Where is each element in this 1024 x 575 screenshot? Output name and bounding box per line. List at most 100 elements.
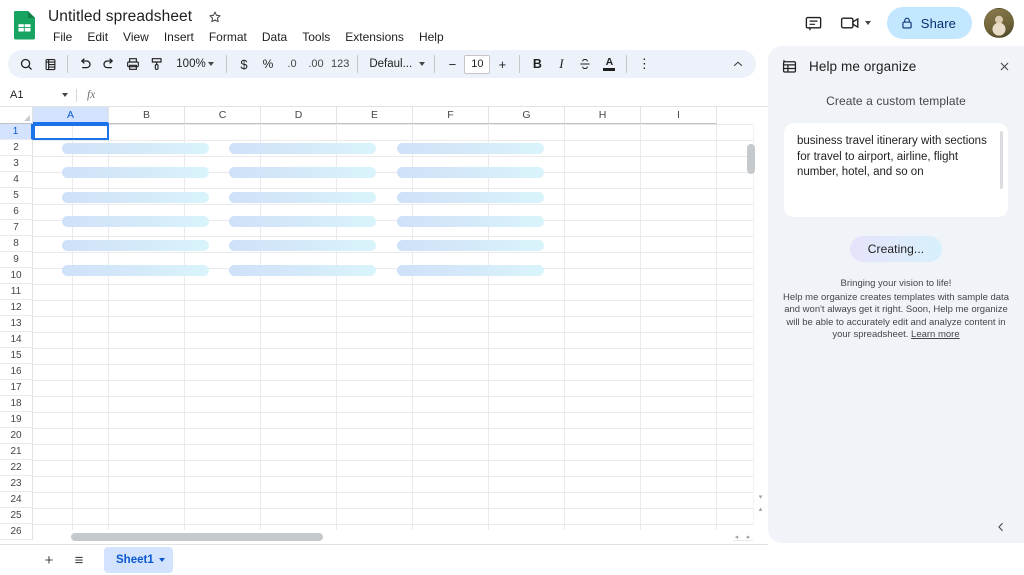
row-header-18[interactable]: 18 <box>0 396 33 412</box>
column-header-a[interactable]: A <box>33 107 109 124</box>
comment-icon[interactable] <box>797 6 831 40</box>
row-header-22[interactable]: 22 <box>0 460 33 476</box>
column-header-e[interactable]: E <box>337 107 413 124</box>
decrease-decimal-button[interactable]: .0 <box>280 52 304 76</box>
redo-icon[interactable] <box>97 52 121 76</box>
search-icon[interactable] <box>14 52 38 76</box>
row-header-4[interactable]: 4 <box>0 172 33 188</box>
row-header-15[interactable]: 15 <box>0 348 33 364</box>
chevron-down-icon[interactable] <box>158 558 165 562</box>
menu-item-data[interactable]: Data <box>255 27 294 47</box>
zoom-selector[interactable]: 100% <box>169 52 221 76</box>
sheets-logo-icon[interactable] <box>12 10 38 40</box>
toolbar-divider <box>226 55 227 73</box>
close-icon[interactable] <box>992 54 1016 78</box>
row-header-1[interactable]: 1 <box>0 124 33 140</box>
font-size-input[interactable]: 10 <box>464 54 491 74</box>
column-header-d[interactable]: D <box>261 107 337 124</box>
active-cell-a1[interactable] <box>33 124 109 140</box>
star-icon[interactable] <box>208 10 222 24</box>
currency-format-button[interactable]: $ <box>232 52 256 76</box>
chevron-left-icon[interactable] <box>992 518 1010 536</box>
strikethrough-button[interactable] <box>573 52 597 76</box>
row-header-20[interactable]: 20 <box>0 428 33 444</box>
loading-skeleton-bar <box>397 215 544 227</box>
scroll-right-button[interactable]: ▸ <box>743 531 754 542</box>
menu-item-edit[interactable]: Edit <box>80 27 115 47</box>
undo-icon[interactable] <box>73 52 97 76</box>
row-header-6[interactable]: 6 <box>0 204 33 220</box>
increase-font-size-button[interactable]: + <box>490 52 514 76</box>
prompt-value[interactable]: business travel itinerary with sections … <box>797 134 992 181</box>
horizontal-scrollbar-thumb[interactable] <box>71 533 323 541</box>
page-title[interactable]: Untitled spreadsheet <box>46 6 194 28</box>
row-header-26[interactable]: 26 <box>0 524 33 540</box>
add-sheet-button[interactable]: + <box>36 547 62 573</box>
menu-item-help[interactable]: Help <box>412 27 451 47</box>
prompt-scrollbar-thumb[interactable] <box>1000 131 1003 189</box>
all-sheets-button[interactable]: ≡ <box>66 547 92 573</box>
row-header-23[interactable]: 23 <box>0 476 33 492</box>
row-header-14[interactable]: 14 <box>0 332 33 348</box>
row-header-24[interactable]: 24 <box>0 492 33 508</box>
more-options-button[interactable]: ⋮ <box>632 52 656 76</box>
sheet-tab-sheet1[interactable]: Sheet1 <box>104 547 173 573</box>
row-header-13[interactable]: 13 <box>0 316 33 332</box>
paint-format-icon[interactable] <box>145 52 169 76</box>
increase-decimal-button[interactable]: .00 <box>304 52 328 76</box>
row-header-3[interactable]: 3 <box>0 156 33 172</box>
menu-item-insert[interactable]: Insert <box>157 27 201 47</box>
menu-item-extensions[interactable]: Extensions <box>338 27 411 47</box>
menu-item-view[interactable]: View <box>116 27 156 47</box>
print-icon[interactable] <box>121 52 145 76</box>
menu-item-file[interactable]: File <box>46 27 79 47</box>
chevron-up-icon[interactable] <box>726 52 750 76</box>
row-header-17[interactable]: 17 <box>0 380 33 396</box>
scroll-down-button[interactable]: ▾ <box>755 491 766 502</box>
scroll-up-button[interactable]: ▴ <box>755 503 766 514</box>
row-header-2[interactable]: 2 <box>0 140 33 156</box>
column-header-b[interactable]: B <box>109 107 185 124</box>
share-button[interactable]: Share <box>886 7 972 39</box>
percent-format-button[interactable]: % <box>256 52 280 76</box>
row-header-5[interactable]: 5 <box>0 188 33 204</box>
row-header-7[interactable]: 7 <box>0 220 33 236</box>
menu-item-tools[interactable]: Tools <box>295 27 337 47</box>
select-all-button[interactable] <box>0 107 33 124</box>
horizontal-scrollbar-track[interactable] <box>33 530 733 544</box>
name-box[interactable]: A1 <box>0 84 76 106</box>
video-camera-icon[interactable] <box>833 6 879 40</box>
vertical-scrollbar-thumb[interactable] <box>747 144 755 174</box>
learn-more-link[interactable]: Learn more <box>911 329 960 340</box>
avatar[interactable] <box>984 8 1014 38</box>
more-formats-button[interactable]: 123 <box>328 52 352 76</box>
row-header-25[interactable]: 25 <box>0 508 33 524</box>
text-color-button[interactable]: A <box>597 52 621 76</box>
cells-viewport[interactable] <box>33 124 753 544</box>
column-header-f[interactable]: F <box>413 107 489 124</box>
create-button[interactable]: Creating... <box>849 236 943 262</box>
vertical-scrollbar-track[interactable]: ▾ ▴ <box>747 124 768 526</box>
column-header-c[interactable]: C <box>185 107 261 124</box>
row-header-19[interactable]: 19 <box>0 412 33 428</box>
row-header-16[interactable]: 16 <box>0 364 33 380</box>
formula-input[interactable] <box>105 84 768 106</box>
row-header-21[interactable]: 21 <box>0 444 33 460</box>
row-header-9[interactable]: 9 <box>0 252 33 268</box>
row-header-12[interactable]: 12 <box>0 300 33 316</box>
row-header-8[interactable]: 8 <box>0 236 33 252</box>
version-history-icon[interactable] <box>38 52 62 76</box>
row-header-11[interactable]: 11 <box>0 284 33 300</box>
italic-button[interactable]: I <box>549 52 573 76</box>
row-header-10[interactable]: 10 <box>0 268 33 284</box>
chevron-down-icon[interactable] <box>62 93 68 97</box>
column-header-g[interactable]: G <box>489 107 565 124</box>
scroll-left-button[interactable]: ◂ <box>731 531 742 542</box>
column-header-h[interactable]: H <box>565 107 641 124</box>
column-header-i[interactable]: I <box>641 107 717 124</box>
decrease-font-size-button[interactable]: − <box>440 52 464 76</box>
font-family-selector[interactable]: Defaul... <box>363 52 429 76</box>
menu-item-format[interactable]: Format <box>202 27 254 47</box>
prompt-textarea[interactable]: business travel itinerary with sections … <box>784 123 1008 217</box>
bold-button[interactable]: B <box>525 52 549 76</box>
